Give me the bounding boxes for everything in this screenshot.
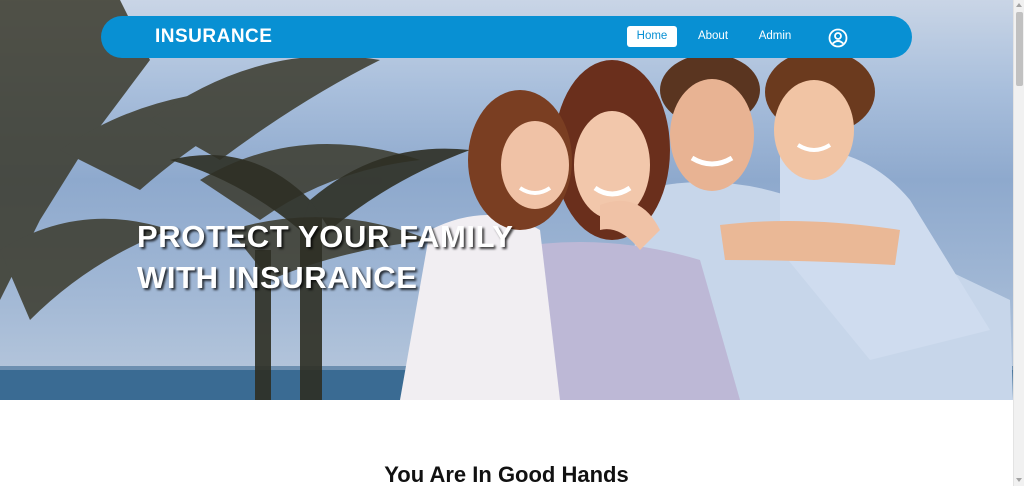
- page: INSURANCE Home About Admin PROTECT YOUR …: [0, 0, 1013, 486]
- section-title: You Are In Good Hands: [384, 462, 629, 486]
- hero-banner: INSURANCE Home About Admin PROTECT YOUR …: [0, 0, 1013, 400]
- nav-about-link[interactable]: About: [693, 26, 733, 47]
- brand-logo[interactable]: INSURANCE: [155, 26, 272, 48]
- nav-admin-link[interactable]: Admin: [755, 26, 795, 47]
- hero-title-line1: PROTECT YOUR FAMILY: [137, 219, 514, 254]
- scrollbar-thumb[interactable]: [1016, 12, 1023, 86]
- hero-title-line2: WITH INSURANCE: [137, 260, 418, 295]
- user-circle-icon[interactable]: [828, 28, 848, 48]
- scroll-up-arrow-icon[interactable]: [1016, 3, 1022, 7]
- vertical-scrollbar[interactable]: [1013, 0, 1024, 486]
- hero-title: PROTECT YOUR FAMILY WITH INSURANCE: [137, 216, 537, 298]
- navbar: INSURANCE Home About Admin: [101, 16, 912, 58]
- scroll-down-arrow-icon[interactable]: [1016, 478, 1022, 482]
- family-on-beach-photo: [0, 0, 1013, 400]
- nav-home-link[interactable]: Home: [627, 26, 677, 47]
